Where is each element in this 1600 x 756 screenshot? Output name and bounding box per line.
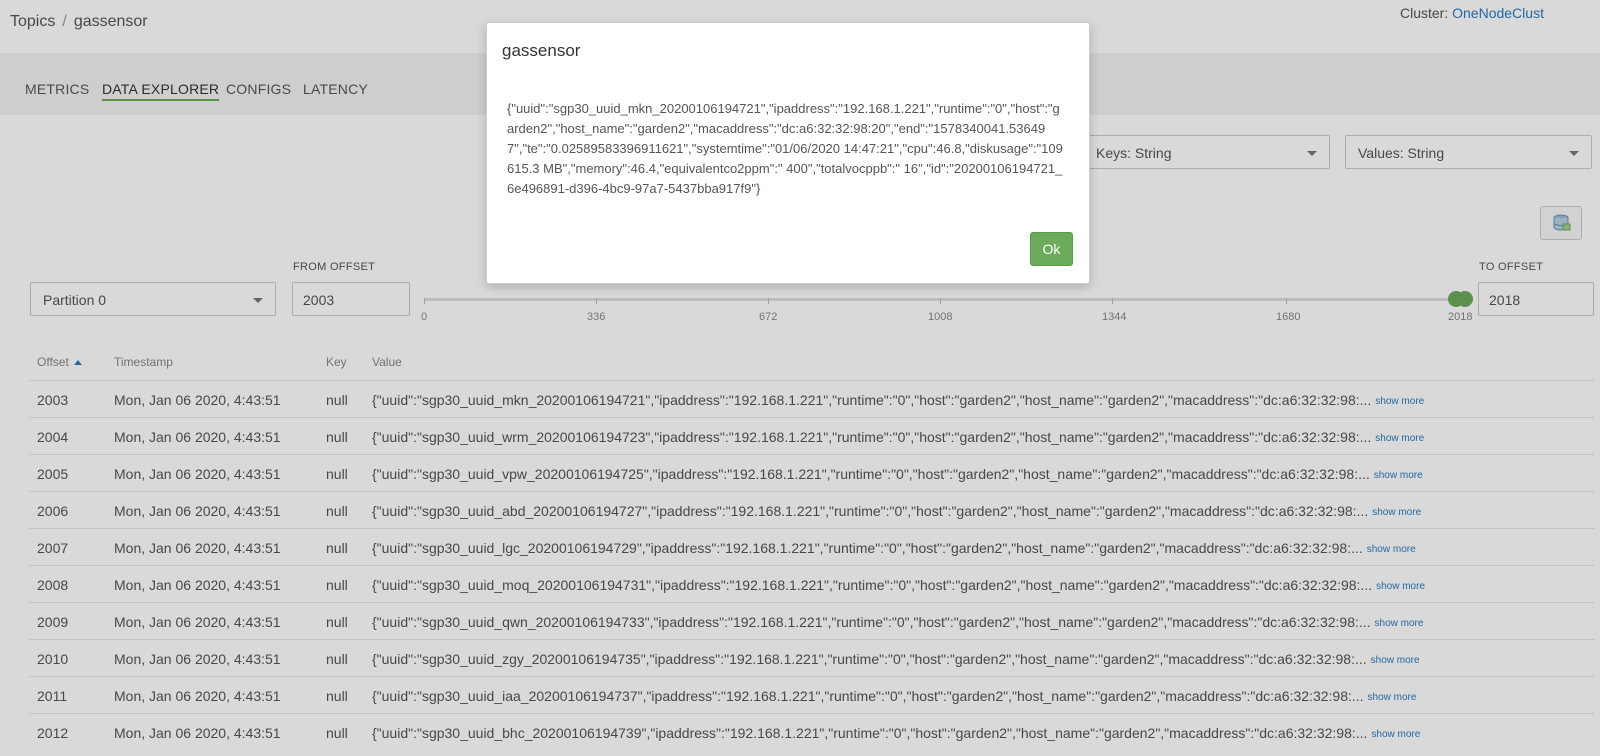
dialog-title: gassensor xyxy=(502,41,581,60)
ok-button[interactable]: Ok xyxy=(1030,232,1073,266)
message-detail-dialog: gassensor {"uuid":"sgp30_uuid_mkn_202001… xyxy=(486,22,1090,284)
dialog-message-body: {"uuid":"sgp30_uuid_mkn_20200106194721",… xyxy=(507,101,1063,196)
